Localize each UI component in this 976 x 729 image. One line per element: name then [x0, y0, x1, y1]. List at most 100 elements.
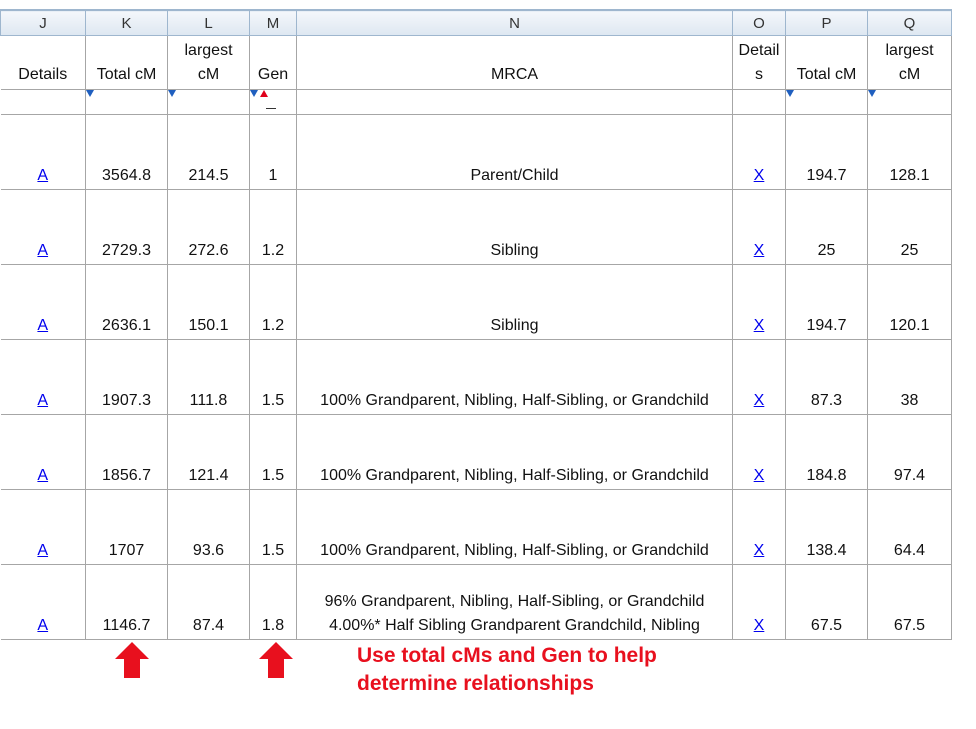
total-cm-cell-2[interactable]: 194.7 — [785, 264, 868, 340]
total-cm-cell[interactable]: 1856.7 — [85, 414, 168, 490]
details-link-2[interactable]: X — [754, 617, 765, 634]
filter-cell-o[interactable] — [732, 89, 786, 115]
details-link[interactable]: A — [37, 167, 48, 184]
details-link[interactable]: A — [37, 542, 48, 559]
total-cm-cell-2[interactable]: 67.5 — [785, 564, 868, 640]
details-cell[interactable]: A — [0, 564, 86, 640]
column-header-j[interactable]: J — [0, 10, 86, 36]
total-cm-cell[interactable]: 1907.3 — [85, 339, 168, 415]
total-cm-cell[interactable]: 1146.7 — [85, 564, 168, 640]
mrca-cell[interactable]: 100% Grandparent, Nibling, Half-Sibling,… — [296, 414, 733, 490]
filter-cell-q[interactable] — [867, 89, 952, 115]
details-cell-2[interactable]: X — [732, 489, 786, 565]
header-mrca[interactable]: MRCA — [296, 35, 733, 90]
filter-cell-p[interactable] — [785, 89, 868, 115]
details-link-2[interactable]: X — [754, 542, 765, 559]
total-cm-cell[interactable]: 2729.3 — [85, 189, 168, 265]
filter-cell-m[interactable] — [249, 89, 297, 115]
filter-cell-n[interactable] — [296, 89, 733, 115]
details-link[interactable]: A — [37, 392, 48, 409]
details-link[interactable]: A — [37, 317, 48, 334]
details-cell-2[interactable]: X — [732, 189, 786, 265]
header-total-cm-2[interactable]: Total cM — [785, 35, 868, 90]
filter-dropdown-icon[interactable] — [250, 90, 258, 97]
header-largest-cm[interactable]: largest cM — [167, 35, 250, 90]
details-link[interactable]: A — [37, 617, 48, 634]
largest-cm-cell[interactable]: 93.6 — [167, 489, 250, 565]
column-header-q[interactable]: Q — [867, 10, 952, 36]
gen-cell[interactable]: 1.8 — [249, 564, 297, 640]
details-cell[interactable]: A — [0, 189, 86, 265]
column-header-l[interactable]: L — [167, 10, 250, 36]
total-cm-cell-2[interactable]: 25 — [785, 189, 868, 265]
total-cm-cell[interactable]: 1707 — [85, 489, 168, 565]
mrca-cell[interactable]: Sibling — [296, 264, 733, 340]
column-header-m[interactable]: M — [249, 10, 297, 36]
largest-cm-cell-2[interactable]: 128.1 — [867, 114, 952, 190]
details-cell[interactable]: A — [0, 264, 86, 340]
largest-cm-cell[interactable]: 87.4 — [167, 564, 250, 640]
details-link-2[interactable]: X — [754, 167, 765, 184]
largest-cm-cell[interactable]: 214.5 — [167, 114, 250, 190]
details-link-2[interactable]: X — [754, 242, 765, 259]
header-gen[interactable]: Gen — [249, 35, 297, 90]
details-link[interactable]: A — [37, 467, 48, 484]
details-link-2[interactable]: X — [754, 467, 765, 484]
total-cm-cell-2[interactable]: 87.3 — [785, 339, 868, 415]
filter-dropdown-icon[interactable] — [86, 90, 94, 97]
gen-cell[interactable]: 1.5 — [249, 489, 297, 565]
total-cm-cell[interactable]: 2636.1 — [85, 264, 168, 340]
largest-cm-cell-2[interactable]: 97.4 — [867, 414, 952, 490]
total-cm-cell-2[interactable]: 138.4 — [785, 489, 868, 565]
details-cell-2[interactable]: X — [732, 414, 786, 490]
column-header-o[interactable]: O — [732, 10, 786, 36]
largest-cm-cell[interactable]: 111.8 — [167, 339, 250, 415]
largest-cm-cell-2[interactable]: 67.5 — [867, 564, 952, 640]
total-cm-cell[interactable]: 3564.8 — [85, 114, 168, 190]
gen-cell[interactable]: 1.5 — [249, 414, 297, 490]
column-header-k[interactable]: K — [85, 10, 168, 36]
details-cell[interactable]: A — [0, 489, 86, 565]
largest-cm-cell-2[interactable]: 64.4 — [867, 489, 952, 565]
details-cell[interactable]: A — [0, 114, 86, 190]
gen-cell[interactable]: 1 — [249, 114, 297, 190]
details-cell-2[interactable]: X — [732, 564, 786, 640]
column-header-n[interactable]: N — [296, 10, 733, 36]
largest-cm-cell[interactable]: 121.4 — [167, 414, 250, 490]
details-link-2[interactable]: X — [754, 317, 765, 334]
header-details[interactable]: Details — [0, 35, 86, 90]
details-link[interactable]: A — [37, 242, 48, 259]
header-details-2[interactable]: Detail s — [732, 35, 786, 90]
details-cell[interactable]: A — [0, 339, 86, 415]
filter-cell-k[interactable] — [85, 89, 168, 115]
mrca-cell[interactable]: 100% Grandparent, Nibling, Half-Sibling,… — [296, 339, 733, 415]
gen-cell[interactable]: 1.2 — [249, 264, 297, 340]
filter-cell-j[interactable] — [0, 89, 86, 115]
mrca-cell[interactable]: 100% Grandparent, Nibling, Half-Sibling,… — [296, 489, 733, 565]
details-cell-2[interactable]: X — [732, 339, 786, 415]
largest-cm-cell-2[interactable]: 120.1 — [867, 264, 952, 340]
column-header-p[interactable]: P — [785, 10, 868, 36]
header-largest-cm-2[interactable]: largest cM — [867, 35, 952, 90]
largest-cm-cell-2[interactable]: 38 — [867, 339, 952, 415]
largest-cm-cell-2[interactable]: 25 — [867, 189, 952, 265]
table-row: A 2636.1 150.1 1.2 Sibling X 194.7 120.1 — [0, 264, 952, 340]
largest-cm-cell[interactable]: 150.1 — [167, 264, 250, 340]
header-total-cm[interactable]: Total cM — [85, 35, 168, 90]
details-cell[interactable]: A — [0, 414, 86, 490]
total-cm-cell-2[interactable]: 184.8 — [785, 414, 868, 490]
mrca-cell[interactable]: 96% Grandparent, Nibling, Half-Sibling, … — [296, 564, 733, 640]
mrca-cell[interactable]: Sibling — [296, 189, 733, 265]
details-cell-2[interactable]: X — [732, 264, 786, 340]
mrca-cell[interactable]: Parent/Child — [296, 114, 733, 190]
filter-dropdown-icon[interactable] — [868, 90, 876, 97]
details-cell-2[interactable]: X — [732, 114, 786, 190]
filter-dropdown-icon[interactable] — [168, 90, 176, 97]
gen-cell[interactable]: 1.5 — [249, 339, 297, 415]
largest-cm-cell[interactable]: 272.6 — [167, 189, 250, 265]
filter-cell-l[interactable] — [167, 89, 250, 115]
total-cm-cell-2[interactable]: 194.7 — [785, 114, 868, 190]
details-link-2[interactable]: X — [754, 392, 765, 409]
gen-cell[interactable]: 1.2 — [249, 189, 297, 265]
filter-dropdown-icon[interactable] — [786, 90, 794, 97]
